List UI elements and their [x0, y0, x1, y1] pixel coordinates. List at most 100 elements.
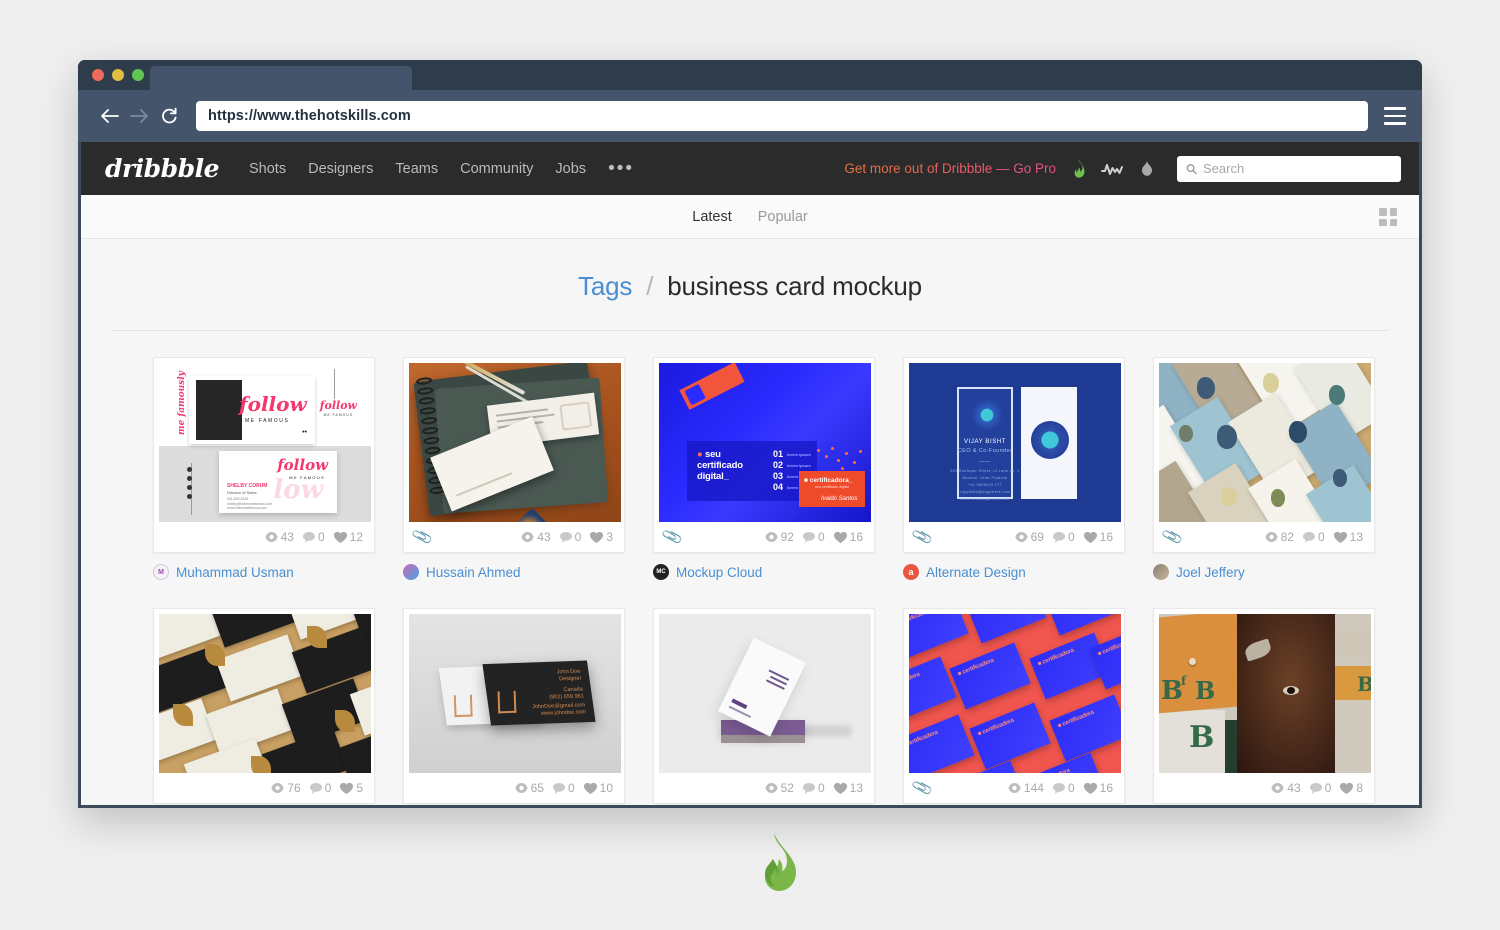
eye-icon: [1014, 532, 1028, 542]
comments-stat: 0: [559, 530, 581, 544]
shot-thumbnail[interactable]: [409, 363, 621, 522]
shot-thumbnail-card[interactable]: 52 0 13: [653, 608, 875, 804]
minimize-window-button[interactable]: [112, 69, 124, 81]
shot-author[interactable]: Joel Jeffery: [1153, 564, 1375, 580]
grid-view-icon[interactable]: [1379, 208, 1397, 226]
address-bar[interactable]: https://www.thehotskills.com: [196, 101, 1368, 131]
shot-thumbnail[interactable]: ● seu certificado digital_ 01 02 03 04 lorem …: [659, 363, 871, 522]
artwork-bison-branding: B f B B B: [1159, 614, 1371, 773]
comments-stat: 0: [1309, 781, 1331, 795]
shot-thumbnail-card[interactable]: 76 0 5: [153, 608, 375, 804]
shot-stats: 69 0 16: [1014, 530, 1113, 544]
views-stat: 43: [521, 530, 551, 544]
shot-card[interactable]: 📎 82 0 13 Joel Jeffery: [1153, 357, 1375, 580]
shot-author[interactable]: Hussain Ahmed: [403, 564, 625, 580]
breadcrumb-tags-link[interactable]: Tags: [578, 271, 632, 301]
shot-stats-bar: 📎 43 0 3: [409, 522, 619, 552]
dribbble-logo[interactable]: dribbble: [105, 154, 220, 183]
shot-card[interactable]: 76 0 5: [153, 608, 375, 804]
eye-icon: [764, 783, 778, 793]
shot-author[interactable]: a Alternate Design: [903, 564, 1125, 580]
artwork-certificadora-grid: ■ certificadora ■ certificadora ■ certif…: [909, 614, 1121, 773]
nav-link-community[interactable]: Community: [460, 161, 533, 177]
shot-thumbnail-card[interactable]: follow ME FAMOUS •• follow ME FAMOUS SHE…: [153, 357, 375, 553]
shot-card[interactable]: ■ certificadora ■ certificadora ■ certif…: [903, 608, 1125, 804]
author-name-link[interactable]: Muhammad Usman: [176, 565, 294, 580]
shot-thumbnail[interactable]: B f B B B: [1159, 614, 1371, 773]
heart-icon: [590, 531, 604, 543]
shot-card[interactable]: 📎 43 0 3 Hussain Ahmed: [403, 357, 625, 580]
comment-icon: [1302, 531, 1315, 543]
author-name-link[interactable]: Alternate Design: [926, 565, 1026, 580]
flame-green-icon[interactable]: [1072, 159, 1085, 178]
shot-thumbnail-card[interactable]: VIJAY BISHT CEO & Co-Founder —— 301 Rudr…: [903, 357, 1125, 553]
tab-latest[interactable]: Latest: [692, 209, 732, 225]
shot-card[interactable]: John Doe Designer Canada (902) 659 961 John…: [403, 608, 625, 804]
shot-stats-bar: 📎 82 0 13: [1159, 522, 1369, 552]
go-pro-link[interactable]: Get more out of Dribbble — Go Pro: [844, 161, 1056, 176]
shot-stats: 43 0 8: [1271, 781, 1363, 795]
shot-thumbnail[interactable]: ■ certificadora ■ certificadora ■ certif…: [909, 614, 1121, 773]
shot-thumbnail-card[interactable]: ● seu certificado digital_ 01 02 03 04 lorem …: [653, 357, 875, 553]
attachment-icon: 📎: [660, 526, 685, 549]
shot-card[interactable]: B f B B B 43 0 8: [1153, 608, 1375, 804]
shot-thumbnail[interactable]: VIJAY BISHT CEO & Co-Founder —— 301 Rudr…: [909, 363, 1121, 522]
nav-link-designers[interactable]: Designers: [308, 161, 373, 177]
likes-stat: 10: [583, 781, 613, 795]
shot-thumbnail[interactable]: [159, 614, 371, 773]
likes-stat: 13: [833, 781, 863, 795]
shot-thumbnail-card[interactable]: 📎 82 0 13: [1153, 357, 1375, 553]
nav-link-shots[interactable]: Shots: [249, 161, 286, 177]
shot-card[interactable]: ● seu certificado digital_ 01 02 03 04 lorem …: [653, 357, 875, 580]
heart-icon: [333, 531, 347, 543]
shot-thumbnail-card[interactable]: 📎 43 0 3: [403, 357, 625, 553]
artwork-notebook-cards: [409, 363, 621, 522]
author-name-link[interactable]: Hussain Ahmed: [426, 565, 521, 580]
nav-link-teams[interactable]: Teams: [395, 161, 438, 177]
shot-thumbnail-card[interactable]: B f B B B 43 0 8: [1153, 608, 1375, 804]
shot-card[interactable]: follow ME FAMOUS •• follow ME FAMOUS SHE…: [153, 357, 375, 580]
shot-thumbnail-card[interactable]: John Doe Designer Canada (902) 659 961 John…: [403, 608, 625, 804]
shot-stats-bar: 43 0 12: [159, 522, 369, 552]
shot-thumbnail[interactable]: [659, 614, 871, 773]
tab-popular[interactable]: Popular: [758, 209, 808, 225]
close-window-button[interactable]: [92, 69, 104, 81]
flame-logo-icon: [749, 833, 799, 895]
author-name-link[interactable]: Mockup Cloud: [676, 565, 762, 580]
nav-link-jobs[interactable]: Jobs: [555, 161, 586, 177]
window-controls[interactable]: [92, 69, 144, 81]
maximize-window-button[interactable]: [132, 69, 144, 81]
avatar: [403, 564, 419, 580]
avatar: MC: [653, 564, 669, 580]
comment-icon: [1052, 782, 1065, 794]
shot-thumbnail[interactable]: John Doe Designer Canada (902) 659 961 John…: [409, 614, 621, 773]
comments-stat: 0: [552, 781, 575, 795]
shot-stats: 144 0 16: [1008, 781, 1113, 795]
search-box[interactable]: [1177, 155, 1401, 182]
reload-button[interactable]: [154, 101, 184, 131]
shot-author[interactable]: MC Mockup Cloud: [653, 564, 875, 580]
author-name-link[interactable]: Joel Jeffery: [1176, 565, 1245, 580]
shot-thumbnail-card[interactable]: ■ certificadora ■ certificadora ■ certif…: [903, 608, 1125, 804]
shot-card[interactable]: VIJAY BISHT CEO & Co-Founder —— 301 Rudr…: [903, 357, 1125, 580]
heart-icon: [1083, 531, 1097, 543]
search-input[interactable]: [1203, 161, 1392, 176]
shot-stats-bar: 65 0 10: [409, 773, 619, 803]
more-menu-icon[interactable]: •••: [608, 159, 634, 178]
shot-author[interactable]: M Muhammad Usman: [153, 564, 375, 580]
shot-card[interactable]: 52 0 13: [653, 608, 875, 804]
hamburger-menu-icon[interactable]: [1384, 107, 1406, 125]
forward-button[interactable]: [124, 101, 154, 131]
flame-gray-icon[interactable]: [1139, 160, 1155, 177]
comment-icon: [1309, 782, 1322, 794]
heart-icon: [833, 531, 847, 543]
back-button[interactable]: [94, 101, 124, 131]
artwork-gold-black-cards: [159, 614, 371, 773]
shot-thumbnail[interactable]: follow ME FAMOUS •• follow ME FAMOUS SHE…: [159, 363, 371, 522]
likes-stat: 8: [1340, 781, 1363, 795]
browser-tab[interactable]: [150, 66, 412, 94]
eye-icon: [1271, 783, 1284, 793]
activity-pulse-icon[interactable]: [1101, 162, 1123, 176]
heart-icon: [583, 782, 597, 794]
shot-thumbnail[interactable]: [1159, 363, 1371, 522]
